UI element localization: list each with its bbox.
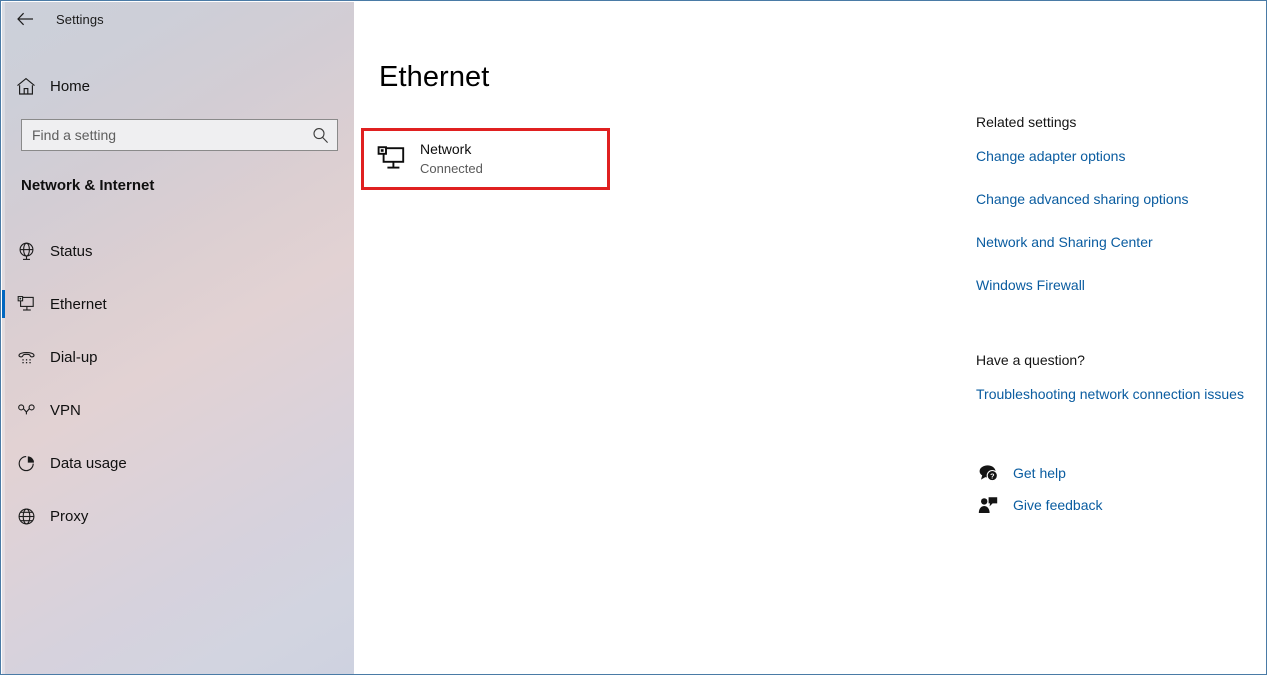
- sidebar-nav: Status Ethernet Dial-up VPN Data usage P…: [2, 231, 354, 549]
- network-card[interactable]: Network Connected: [361, 128, 610, 190]
- sidebar-item-vpn[interactable]: VPN: [2, 390, 354, 430]
- feedback-person-icon: [976, 496, 1000, 514]
- sidebar-item-home[interactable]: Home: [2, 68, 354, 104]
- globe-monitor-icon: [2, 241, 50, 262]
- get-help-label: Get help: [1013, 465, 1066, 481]
- svg-text:?: ?: [990, 471, 994, 480]
- selection-indicator: [2, 290, 5, 318]
- vpn-key-icon: [2, 400, 50, 421]
- network-monitor-icon: [364, 145, 420, 173]
- related-settings-rail: Related settings Change adapter options …: [976, 114, 1246, 528]
- sidebar-item-proxy-label: Proxy: [50, 507, 89, 525]
- link-change-advanced-sharing-options[interactable]: Change advanced sharing options: [976, 189, 1246, 209]
- give-feedback-row[interactable]: Give feedback: [976, 496, 1246, 514]
- search-box[interactable]: [21, 119, 338, 151]
- help-bubble-icon: ?: [976, 464, 1000, 482]
- link-windows-firewall[interactable]: Windows Firewall: [976, 275, 1246, 295]
- ethernet-monitor-icon: [2, 294, 50, 315]
- link-troubleshooting-network-connection-issues[interactable]: Troubleshooting network connection issue…: [976, 384, 1246, 404]
- sidebar-item-status-label: Status: [50, 242, 93, 260]
- network-card-status: Connected: [420, 161, 483, 176]
- settings-window: Settings Home Network & Internet: [0, 0, 1267, 675]
- related-settings-heading: Related settings: [976, 114, 1077, 130]
- sidebar-item-dialup-label: Dial-up: [50, 348, 98, 366]
- title-bar: Settings: [2, 2, 354, 36]
- app-title: Settings: [56, 11, 104, 27]
- sidebar-item-dialup[interactable]: Dial-up: [2, 337, 354, 377]
- page-title: Ethernet: [379, 61, 490, 93]
- sidebar-item-ethernet-label: Ethernet: [50, 295, 107, 313]
- network-card-title: Network: [420, 141, 472, 157]
- have-a-question-heading: Have a question?: [976, 352, 1085, 368]
- sidebar-item-data-usage-label: Data usage: [50, 454, 127, 472]
- link-network-and-sharing-center[interactable]: Network and Sharing Center: [976, 232, 1246, 252]
- globe-icon: [2, 506, 50, 527]
- help-block: ? Get help Give feedback: [976, 464, 1246, 514]
- home-icon: [2, 77, 50, 96]
- back-button[interactable]: [2, 3, 48, 35]
- give-feedback-label: Give feedback: [1013, 497, 1103, 513]
- pie-chart-icon: [2, 453, 50, 474]
- search-icon: [303, 127, 337, 144]
- sidebar-category-title: Network & Internet: [21, 177, 155, 194]
- sidebar-item-ethernet[interactable]: Ethernet: [2, 284, 354, 324]
- dialup-phone-icon: [2, 347, 50, 368]
- search-input[interactable]: [22, 120, 303, 150]
- sidebar-item-home-label: Home: [50, 77, 91, 95]
- sidebar-item-status[interactable]: Status: [2, 231, 354, 271]
- sidebar: Settings Home Network & Internet: [2, 2, 354, 674]
- content-area: Ethernet Network Connected Related setti…: [354, 2, 1265, 673]
- link-change-adapter-options[interactable]: Change adapter options: [976, 146, 1246, 166]
- sidebar-item-vpn-label: VPN: [50, 401, 81, 419]
- sidebar-item-data-usage[interactable]: Data usage: [2, 443, 354, 483]
- get-help-row[interactable]: ? Get help: [976, 464, 1246, 482]
- sidebar-item-proxy[interactable]: Proxy: [2, 496, 354, 536]
- network-card-text: Network Connected: [420, 140, 483, 178]
